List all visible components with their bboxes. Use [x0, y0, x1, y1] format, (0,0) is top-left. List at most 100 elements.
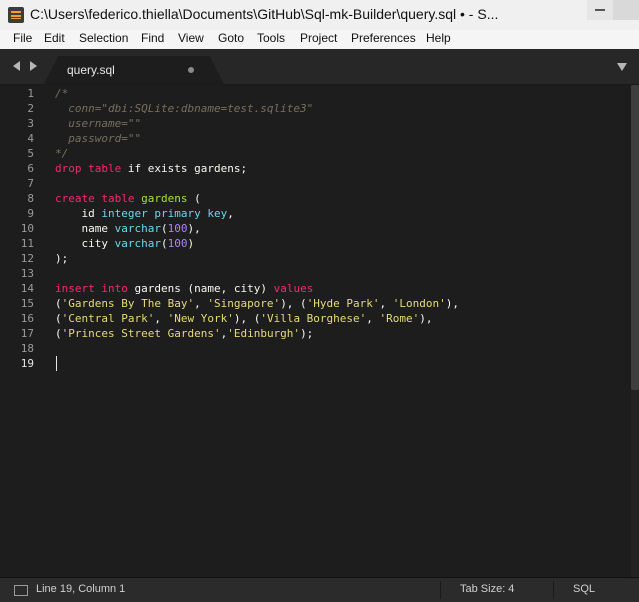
code-token: into — [101, 282, 128, 295]
code-token: table — [101, 192, 135, 205]
text-caret — [56, 356, 57, 371]
code-line[interactable]: /* — [55, 86, 68, 101]
minimize-button[interactable] — [587, 0, 613, 20]
code-line[interactable]: ); — [55, 251, 68, 266]
code-line[interactable]: username="" — [55, 116, 141, 131]
code-line[interactable]: ('Princes Street Gardens','Edinburgh'); — [55, 326, 313, 341]
code-line[interactable]: drop table if exists gardens; — [55, 161, 247, 176]
scrollbar-thumb[interactable] — [631, 85, 639, 390]
code-line[interactable]: password="" — [55, 131, 141, 146]
menu-help[interactable]: Help — [426, 31, 451, 45]
menu-bar: File Edit Selection Find View Goto Tools… — [0, 30, 639, 49]
code-line[interactable]: ('Central Park', 'New York'), ('Villa Bo… — [55, 311, 433, 326]
menu-file[interactable]: File — [13, 31, 32, 45]
line-number: 9 — [27, 207, 34, 220]
line-number: 19 — [20, 357, 34, 370]
unsaved-dot-icon[interactable] — [188, 67, 194, 73]
code-token: ( — [160, 222, 168, 235]
code-token: 'Rome' — [379, 312, 420, 325]
syntax-selector[interactable]: SQL — [573, 583, 595, 595]
code-token: ( — [55, 312, 62, 325]
menu-preferences[interactable]: Preferences — [351, 31, 416, 45]
line-number: 18 — [20, 342, 34, 355]
tab-nav-left-icon[interactable] — [13, 61, 20, 71]
code-token: ) — [187, 237, 195, 250]
code-token: name — [55, 222, 115, 235]
line-number: 6 — [27, 162, 34, 175]
panel-menu-chevron-icon[interactable] — [617, 63, 627, 71]
code-editor[interactable]: 1 2 3 4 5 6 7 8 9 10 11 12 13 14 15 16 17 18 19 /* conn="d… — [0, 85, 631, 577]
line-number: 15 — [20, 297, 34, 310]
code-token: 'Princes Street Gardens' — [61, 327, 221, 340]
code-line[interactable]: insert into gardens (name, city) values — [55, 281, 313, 296]
line-number: 5 — [27, 147, 34, 160]
code-token: 'New York' — [167, 312, 234, 325]
code-token: ), — [187, 222, 201, 235]
code-token: ), ( — [233, 312, 261, 325]
code-token: ); — [55, 252, 69, 265]
code-line[interactable]: name varchar(100), — [55, 221, 201, 236]
sublime-app-icon — [8, 7, 24, 23]
code-line[interactable]: id integer primary key, — [55, 206, 233, 221]
line-number: 14 — [20, 282, 34, 295]
vertical-scrollbar[interactable] — [631, 85, 639, 577]
code-token: integer primary key — [101, 207, 228, 220]
code-line[interactable]: conn="dbi:SQLite:dbname=test.sqlite3" — [55, 101, 313, 116]
code-line[interactable]: ('Gardens By The Bay', 'Singapore'), ('H… — [55, 296, 459, 311]
code-line[interactable]: create table gardens ( — [55, 191, 201, 206]
line-number-gutter: 1 2 3 4 5 6 7 8 9 10 11 12 13 14 15 16 17 18 19 — [0, 85, 55, 577]
menu-project[interactable]: Project — [300, 31, 337, 45]
code-area[interactable]: /* conn="dbi:SQLite:dbname=test.sqlite3"… — [55, 85, 631, 577]
code-token: 'Villa Borghese' — [260, 312, 367, 325]
menu-goto[interactable]: Goto — [218, 31, 244, 45]
tab-nav-right-icon[interactable] — [30, 61, 37, 71]
tab-label: query.sql — [67, 63, 115, 77]
code-token: ), ( — [280, 297, 307, 310]
menu-view[interactable]: View — [178, 31, 204, 45]
code-token: ( — [55, 297, 62, 310]
status-separator — [440, 581, 441, 599]
code-token: */ — [55, 147, 69, 160]
line-number: 17 — [20, 327, 34, 340]
line-number: 2 — [27, 102, 34, 115]
console-toggle-icon[interactable] — [14, 585, 28, 596]
close-button[interactable] — [613, 0, 639, 20]
line-number: 10 — [20, 222, 34, 235]
status-separator — [553, 581, 554, 599]
line-number: 11 — [20, 237, 34, 250]
line-number: 7 — [27, 177, 34, 190]
code-token: city — [55, 237, 115, 250]
code-line[interactable]: city varchar(100) — [55, 236, 194, 251]
code-token: if exists gardens; — [121, 162, 248, 175]
code-token: varchar — [114, 222, 161, 235]
tab-size-selector[interactable]: Tab Size: 4 — [460, 583, 514, 595]
line-number: 4 — [27, 132, 34, 145]
line-number: 13 — [20, 267, 34, 280]
code-token: /* — [55, 87, 69, 100]
line-number: 3 — [27, 117, 34, 130]
window-title: C:\Users\federico.thiella\Documents\GitH… — [30, 6, 499, 22]
code-token: , — [194, 297, 208, 310]
code-token: 'Central Park' — [61, 312, 155, 325]
code-token: ); — [300, 327, 314, 340]
code-token: varchar — [114, 237, 161, 250]
code-token: username="" — [55, 117, 142, 130]
code-token: gardens — [141, 192, 188, 205]
code-token: drop — [55, 162, 82, 175]
code-token: values — [273, 282, 314, 295]
menu-edit[interactable]: Edit — [44, 31, 65, 45]
menu-tools[interactable]: Tools — [257, 31, 285, 45]
sublime-window: C:\Users\federico.thiella\Documents\GitH… — [0, 0, 639, 602]
code-token: , — [366, 312, 380, 325]
code-token: gardens (name, city) — [127, 282, 274, 295]
code-token: 'Edinburgh' — [227, 327, 301, 340]
code-line[interactable]: */ — [55, 146, 68, 161]
code-token: id — [55, 207, 102, 220]
menu-find[interactable]: Find — [141, 31, 164, 45]
menu-selection[interactable]: Selection — [79, 31, 128, 45]
code-token: ), — [445, 297, 460, 310]
title-bar[interactable]: C:\Users\federico.thiella\Documents\GitH… — [0, 0, 639, 30]
code-token: ), — [419, 312, 433, 325]
code-token: ( — [187, 192, 201, 205]
tab-query-sql[interactable]: query.sql — [44, 56, 224, 84]
